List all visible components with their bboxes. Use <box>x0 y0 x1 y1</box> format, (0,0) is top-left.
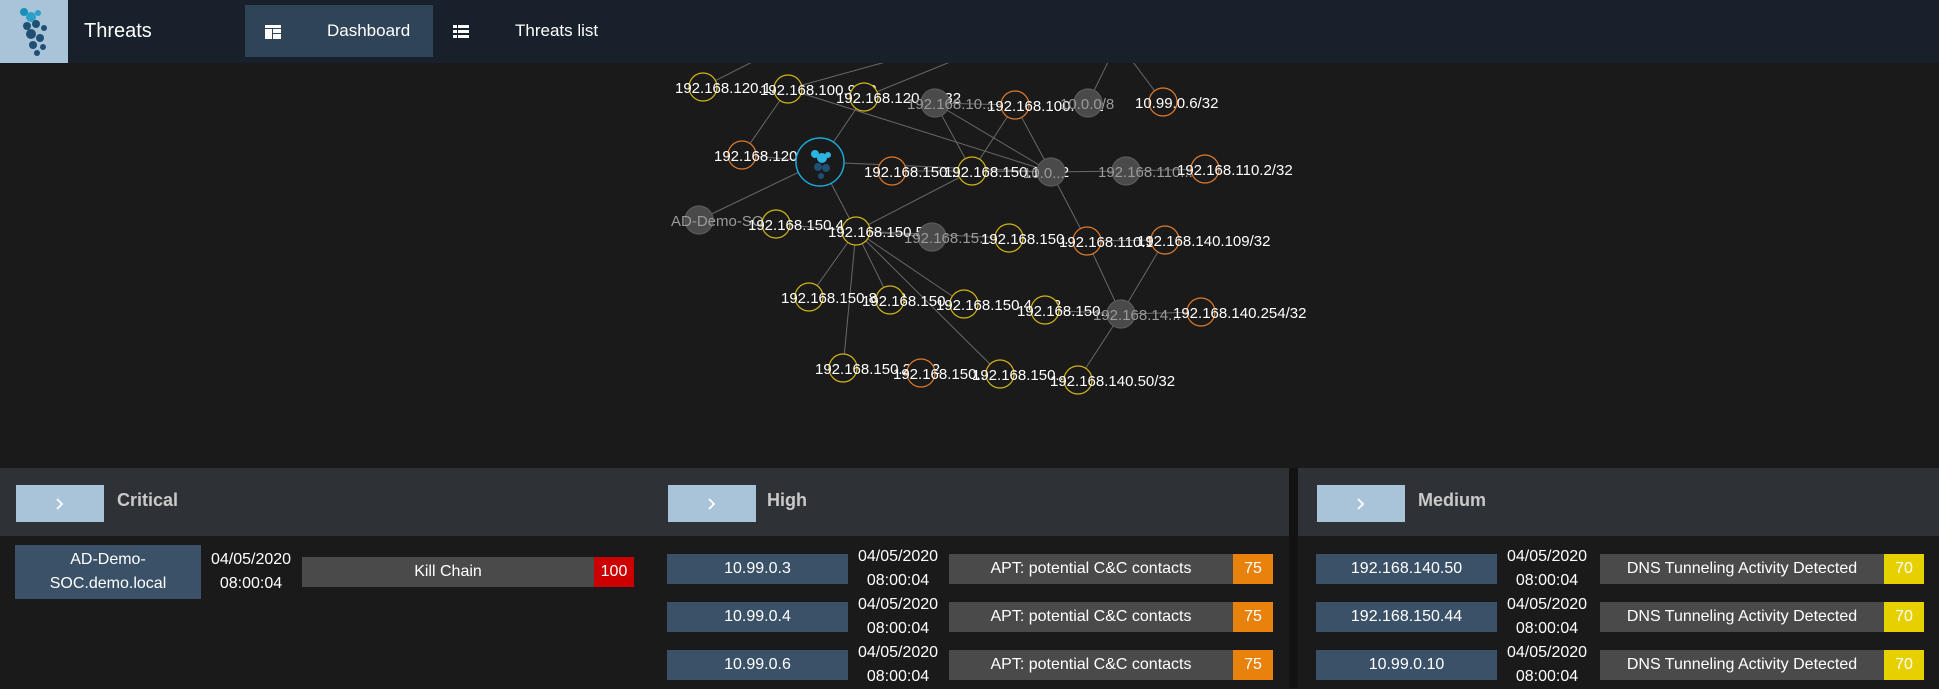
row-score-badge: 75 <box>1233 602 1273 632</box>
graph-node[interactable]: 192.168.140.254/32 <box>1173 297 1306 327</box>
row-time: 08:00:04 <box>866 668 930 685</box>
graph-node-label: 10.0... <box>1023 165 1065 182</box>
tab-threats-list[interactable]: Threats list <box>433 5 633 57</box>
medium-panel-header: Medium <box>1298 468 1939 536</box>
app-title: Threats <box>84 20 152 42</box>
high-expand-button[interactable] <box>668 485 756 522</box>
top-bar: Threats Dashboard Threats list <box>0 0 1939 63</box>
critical-panel-title: Critical <box>117 490 179 510</box>
row-score-badge: 70 <box>1884 602 1924 632</box>
logo-dot <box>825 152 831 158</box>
row-threat[interactable]: Kill Chain <box>302 557 594 587</box>
row-host[interactable]: 10.99.0.10 <box>1316 650 1497 680</box>
row-time: 08:00:04 <box>219 575 283 592</box>
graph-node-label: 192.168.140.50/32 <box>1050 373 1175 390</box>
graph-node-label: 192.168.10... <box>907 96 995 113</box>
row-host[interactable]: 10.99.0.3 <box>667 554 848 584</box>
row-threat[interactable]: DNS Tunneling Activity Detected <box>1600 554 1884 584</box>
row-threat[interactable]: APT: potential C&C contacts <box>949 554 1233 584</box>
tab-dashboard[interactable]: Dashboard <box>245 5 433 57</box>
row-threat[interactable]: DNS Tunneling Activity Detected <box>1600 650 1884 680</box>
row-timestamp: 04/05/2020 08:00:04 <box>850 641 946 689</box>
row-timestamp: 04/05/2020 08:00:04 <box>1499 641 1595 689</box>
row-date: 04/05/2020 <box>1506 548 1588 565</box>
row-timestamp: 04/05/2020 08:00:04 <box>1499 593 1595 641</box>
row-date: 04/05/2020 <box>857 644 939 661</box>
row-timestamp: 04/05/2020 08:00:04 <box>850 545 946 593</box>
row-time: 08:00:04 <box>866 572 930 589</box>
row-time: 08:00:04 <box>1515 620 1579 637</box>
graph-node-label: 192.168.110.2/32 <box>1177 162 1293 179</box>
logo-dot <box>818 173 824 179</box>
high-panel-title: High <box>767 490 807 510</box>
row-threat[interactable]: APT: potential C&C contacts <box>949 602 1233 632</box>
chevron-right-icon <box>56 497 64 510</box>
tab-dashboard-label: Dashboard <box>327 21 411 40</box>
row-host[interactable]: 192.168.140.50 <box>1316 554 1497 584</box>
row-date: 04/05/2020 <box>210 551 292 568</box>
graph-node-label: 10.99.0.6/32 <box>1135 95 1218 112</box>
row-time: 08:00:04 <box>866 620 930 637</box>
graph-center-node[interactable] <box>795 137 845 187</box>
row-threat[interactable]: DNS Tunneling Activity Detected <box>1600 602 1884 632</box>
row-timestamp: 04/05/2020 08:00:04 <box>203 548 299 596</box>
row-host[interactable]: 10.99.0.6 <box>667 650 848 680</box>
row-host[interactable]: 10.99.0.4 <box>667 602 848 632</box>
critical-panel-header: Critical <box>0 468 651 536</box>
row-date: 04/05/2020 <box>857 548 939 565</box>
graph-node[interactable]: 192.168.140.50/32 <box>1050 365 1175 395</box>
medium-expand-button[interactable] <box>1317 485 1405 522</box>
graph-node[interactable]: 10.0.0/8 <box>1060 88 1114 118</box>
medium-panel-title: Medium <box>1418 490 1487 510</box>
graph-node[interactable]: 10.0... <box>1023 157 1066 187</box>
row-score-badge: 75 <box>1233 554 1273 584</box>
logo-dot <box>814 163 822 171</box>
logo-dot <box>822 164 830 172</box>
network-graph[interactable]: 192.168.120.1...192.168.100.9/32192.168.… <box>0 63 1939 468</box>
dashboard-icon <box>265 24 281 44</box>
high-panel-header: High <box>651 468 1289 536</box>
row-date: 04/05/2020 <box>1506 596 1588 613</box>
graph-node[interactable]: 192.168.110.2/32 <box>1177 154 1293 184</box>
row-host[interactable]: 192.168.150.44 <box>1316 602 1497 632</box>
chevron-right-icon <box>708 497 716 510</box>
row-date: 04/05/2020 <box>1506 644 1588 661</box>
graph-node-label: 10.0.0/8 <box>1060 96 1114 113</box>
tab-threats-list-label: Threats list <box>515 21 599 40</box>
panel-divider <box>1289 468 1298 688</box>
graph-node-label: 192.168.14... <box>1093 307 1181 324</box>
row-score-badge: 75 <box>1233 650 1273 680</box>
row-score-badge: 70 <box>1884 554 1924 584</box>
row-time: 08:00:04 <box>1515 572 1579 589</box>
row-threat[interactable]: APT: potential C&C contacts <box>949 650 1233 680</box>
row-date: 04/05/2020 <box>857 596 939 613</box>
row-timestamp: 04/05/2020 08:00:04 <box>850 593 946 641</box>
graph-node-label: 192.168.140.109/32 <box>1137 233 1270 250</box>
chevron-right-icon <box>1357 497 1365 510</box>
row-host[interactable]: AD-Demo-SOC.demo.local <box>15 545 201 599</box>
row-score-badge: 70 <box>1884 650 1924 680</box>
row-timestamp: 04/05/2020 08:00:04 <box>1499 545 1595 593</box>
critical-expand-button[interactable] <box>16 485 104 522</box>
list-icon <box>453 24 469 44</box>
graph-node-label: 192.168.140.254/32 <box>1173 305 1306 322</box>
row-score-badge: 100 <box>594 557 634 587</box>
graph-node[interactable]: 10.99.0.6/32 <box>1135 87 1218 117</box>
graph-node[interactable]: 192.168.140.109/32 <box>1137 225 1270 255</box>
row-time: 08:00:04 <box>1515 668 1579 685</box>
company-logo-icon[interactable] <box>0 0 68 63</box>
graph-node-label: 192.168.15... <box>904 230 992 247</box>
